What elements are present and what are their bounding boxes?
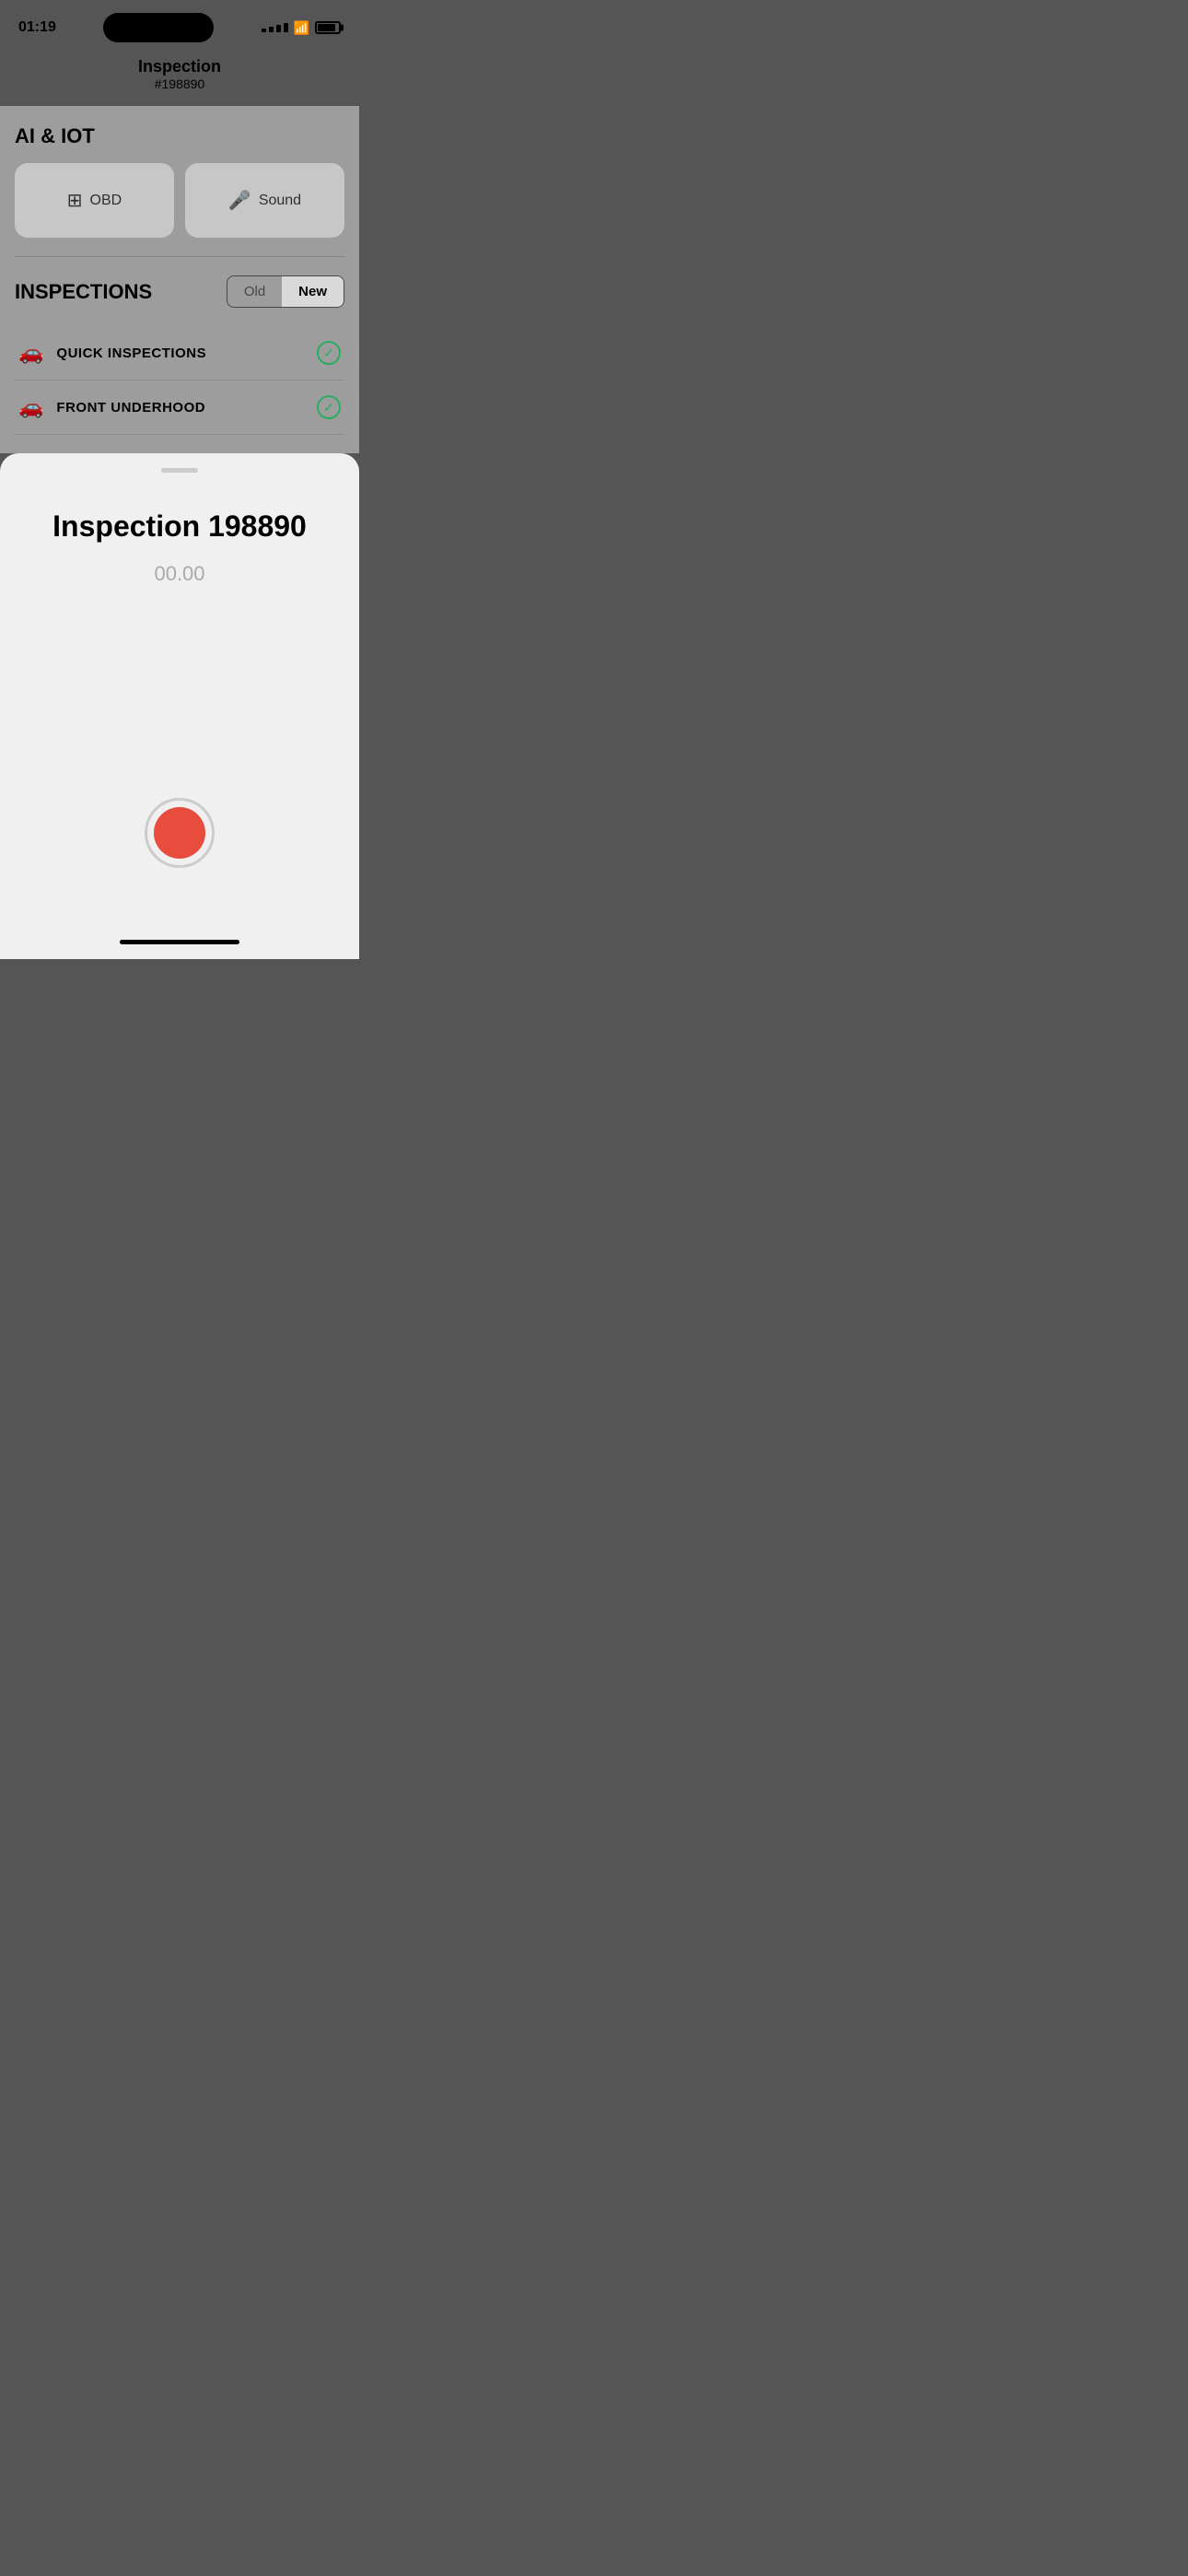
check-circle-quick: ✓ (317, 341, 341, 365)
inspections-title: INSPECTIONS (15, 280, 152, 304)
dynamic-island (103, 13, 214, 42)
home-indicator (0, 932, 359, 959)
obd-card[interactable]: ⊞ OBD (15, 163, 174, 238)
home-bar (120, 940, 239, 944)
car-icon-quick: 🚗 (18, 341, 43, 365)
section-divider (15, 256, 344, 257)
new-toggle-button[interactable]: New (282, 276, 344, 307)
microphone-icon: 🎤 (228, 189, 251, 212)
sound-label: Sound (259, 193, 301, 209)
obd-icon: ⊞ (67, 189, 83, 212)
main-content: AI & IOT ⊞ OBD 🎤 Sound INSPECTIONS Old N… (0, 106, 359, 453)
sound-card[interactable]: 🎤 Sound (185, 163, 344, 238)
obd-label: OBD (90, 193, 122, 209)
ai-iot-section-title: AI & IOT (15, 124, 344, 148)
inspections-header: INSPECTIONS Old New (15, 275, 344, 308)
inspection-number: #198890 (18, 76, 341, 91)
record-button-container (145, 798, 215, 868)
record-button[interactable] (145, 798, 215, 868)
page-title: Inspection (18, 57, 341, 76)
front-underhood-item[interactable]: 🚗 FRONT UNDERHOOD ✓ (15, 381, 344, 435)
nav-header: Inspection #198890 (0, 50, 359, 106)
status-time: 01:19 (18, 19, 56, 36)
signal-icon (262, 23, 288, 32)
quick-inspections-label: QUICK INSPECTIONS (56, 345, 304, 361)
bottom-sheet: Inspection 198890 00.00 (0, 453, 359, 932)
record-button-inner (154, 807, 205, 859)
status-bar: 01:19 📶 (0, 0, 359, 50)
sheet-title: Inspection 198890 (52, 509, 307, 544)
quick-inspections-item[interactable]: 🚗 QUICK INSPECTIONS ✓ (15, 326, 344, 381)
sheet-handle (161, 468, 198, 473)
old-toggle-button[interactable]: Old (227, 276, 282, 307)
car-icon-front: 🚗 (18, 395, 43, 419)
wifi-icon: 📶 (294, 20, 309, 36)
battery-icon (315, 21, 341, 34)
old-new-toggle: Old New (227, 275, 344, 308)
status-icons: 📶 (262, 20, 341, 36)
check-circle-front: ✓ (317, 395, 341, 419)
front-underhood-label: FRONT UNDERHOOD (56, 400, 304, 416)
ai-iot-grid: ⊞ OBD 🎤 Sound (15, 163, 344, 238)
sheet-timer: 00.00 (154, 562, 204, 586)
